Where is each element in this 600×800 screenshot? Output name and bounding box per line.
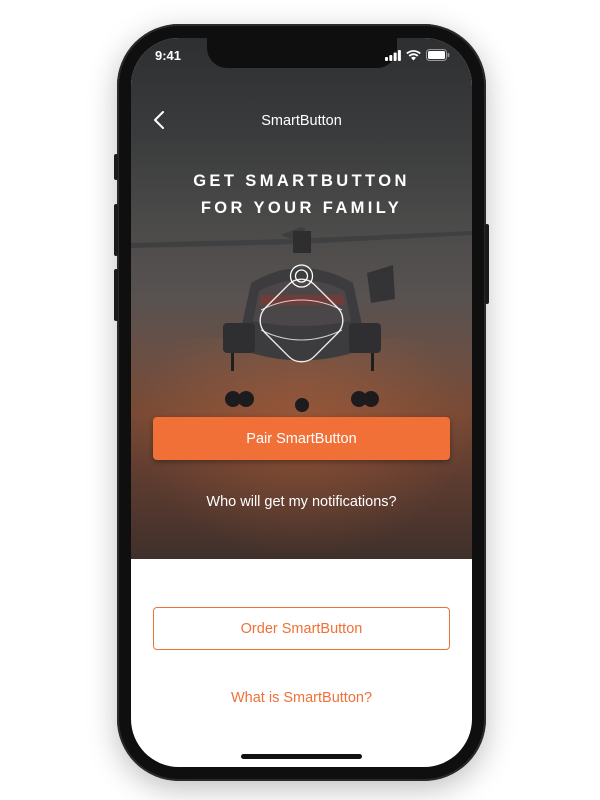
mute-switch [114, 154, 118, 180]
nav-title: SmartButton [261, 113, 342, 129]
volume-up-button [114, 204, 118, 256]
phone-frame: 9:41 SmartButton GET SMARTBUTTON FOR YOU… [114, 24, 489, 781]
status-icons [385, 49, 450, 61]
volume-down-button [114, 269, 118, 321]
power-button [485, 224, 489, 304]
home-indicator [241, 754, 362, 759]
camera-notch [207, 38, 397, 68]
notifications-link[interactable]: Who will get my notifications? [131, 494, 472, 510]
headline-line-1: GET SMARTBUTTON [193, 172, 410, 190]
smartbutton-device-icon [259, 264, 344, 363]
app-screen: 9:41 SmartButton GET SMARTBUTTON FOR YOU… [131, 38, 472, 767]
pair-smartbutton-button[interactable]: Pair SmartButton [153, 417, 450, 460]
battery-icon [426, 49, 450, 61]
order-smartbutton-button[interactable]: Order SmartButton [153, 607, 450, 650]
hero-headline: GET SMARTBUTTON FOR YOUR FAMILY [131, 168, 472, 222]
status-time: 9:41 [155, 48, 182, 63]
wifi-icon [406, 49, 421, 60]
what-is-smartbutton-link[interactable]: What is SmartButton? [131, 690, 472, 706]
signal-icon [385, 49, 401, 61]
headline-line-2: FOR YOUR FAMILY [200, 199, 403, 217]
